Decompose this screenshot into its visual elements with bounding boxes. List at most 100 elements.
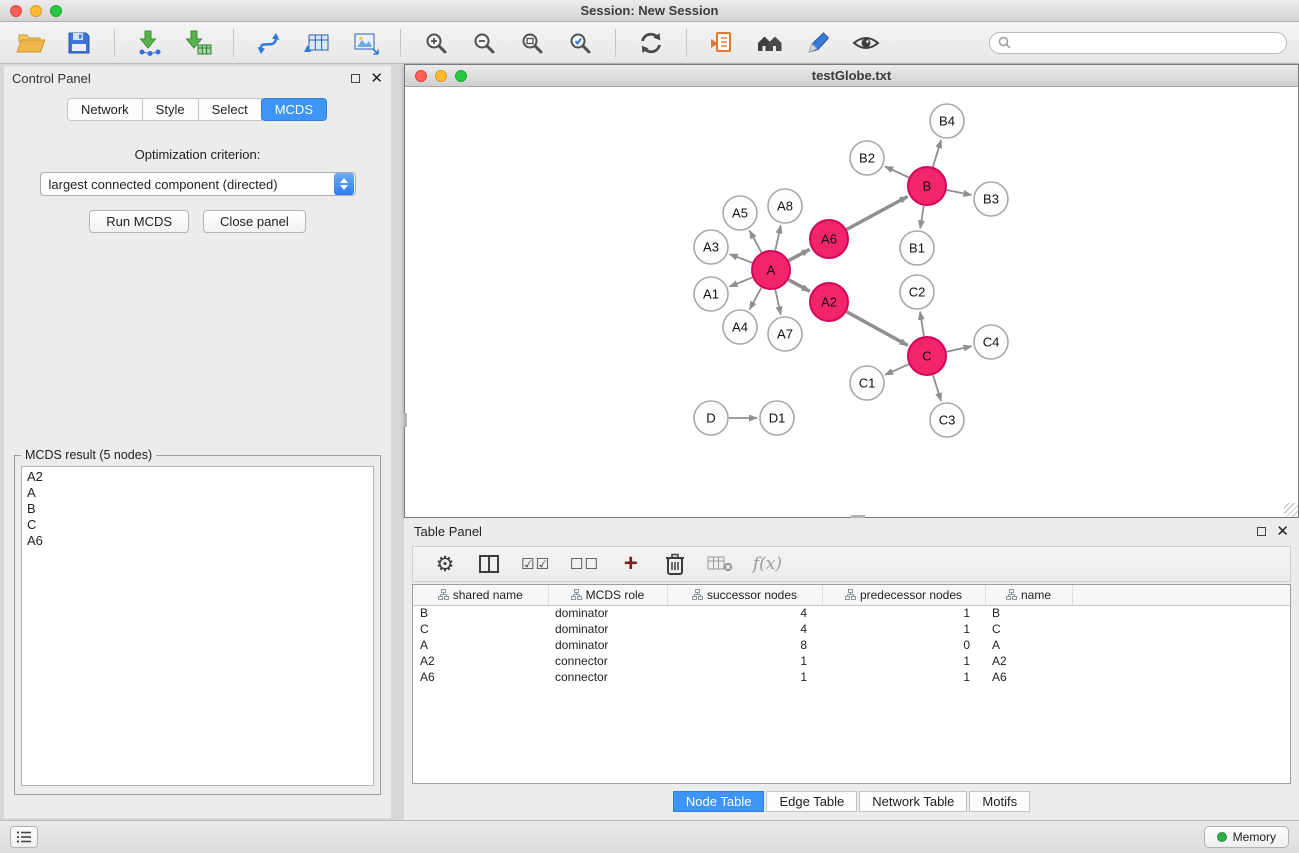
tab-node-table[interactable]: Node Table (673, 791, 765, 812)
node-C[interactable]: C (908, 337, 946, 375)
column-header[interactable]: shared name (413, 585, 548, 605)
node-A4[interactable]: A4 (723, 310, 757, 344)
open-session-icon[interactable] (12, 26, 50, 60)
node-D1[interactable]: D1 (760, 401, 794, 435)
run-mcds-button[interactable]: Run MCDS (89, 210, 189, 233)
node-A6[interactable]: A6 (810, 220, 848, 258)
node-B3[interactable]: B3 (974, 182, 1008, 216)
edge-A-A3[interactable] (730, 254, 753, 263)
close-panel-button[interactable]: Close panel (203, 210, 306, 233)
zoom-window-button[interactable] (50, 5, 62, 17)
memory-button[interactable]: Memory (1204, 826, 1289, 848)
node-A8[interactable]: A8 (768, 189, 802, 223)
home-icon[interactable] (751, 26, 789, 60)
table-row[interactable]: Adominator80A (413, 637, 1290, 653)
node-A[interactable]: A (752, 251, 790, 289)
table-row[interactable]: Cdominator41C (413, 621, 1290, 637)
node-A3[interactable]: A3 (694, 230, 728, 264)
edge-A-A8[interactable] (775, 226, 780, 251)
optimization-criterion-dropdown[interactable]: largest connected component (directed) (40, 172, 356, 196)
column-header[interactable]: MCDS role (548, 585, 667, 605)
node-C3[interactable]: C3 (930, 403, 964, 437)
tab-motifs[interactable]: Motifs (969, 791, 1030, 812)
edge-A-A4[interactable] (750, 288, 762, 310)
edge-A-A6[interactable] (789, 249, 810, 260)
zoom-in-icon[interactable] (417, 26, 455, 60)
search-field[interactable] (989, 32, 1287, 54)
resize-corner[interactable] (1284, 503, 1298, 517)
mcds-result-list[interactable]: A2ABCA6 (21, 466, 374, 786)
column-header[interactable]: successor nodes (667, 585, 822, 605)
mcds-result-item[interactable]: A (22, 485, 373, 501)
tab-network-table[interactable]: Network Table (859, 791, 967, 812)
network-canvas[interactable]: B4B2BB3A8A5A6B1A3AC2A1A2A4A7C4CC1C3DD1 (405, 87, 1298, 517)
edge-C-C2[interactable] (920, 312, 924, 336)
function-builder-icon[interactable]: f(x) (753, 551, 782, 577)
table-row[interactable]: A6connector11A6 (413, 669, 1290, 685)
mcds-result-item[interactable]: B (22, 501, 373, 517)
node-B[interactable]: B (908, 167, 946, 205)
edge-A-A5[interactable] (750, 231, 762, 253)
style-paint-icon[interactable] (799, 26, 837, 60)
network-minimize-button[interactable] (435, 70, 447, 82)
mcds-result-item[interactable]: A2 (22, 469, 373, 485)
minimize-window-button[interactable] (30, 5, 42, 17)
node-B2[interactable]: B2 (850, 141, 884, 175)
table-row[interactable]: Bdominator41B (413, 605, 1290, 621)
deselect-all-icon[interactable]: ☐☐ (570, 551, 599, 577)
edge-B-B3[interactable] (947, 190, 972, 195)
close-window-button[interactable] (10, 5, 22, 17)
node-D[interactable]: D (694, 401, 728, 435)
node-table[interactable]: shared nameMCDS rolesuccessor nodesprede… (412, 584, 1291, 784)
import-network-from-file-icon[interactable] (131, 26, 169, 60)
node-A1[interactable]: A1 (694, 277, 728, 311)
edge-C-C1[interactable] (885, 364, 909, 375)
delete-table-icon[interactable] (707, 551, 733, 577)
save-session-icon[interactable] (60, 26, 98, 60)
node-C4[interactable]: C4 (974, 325, 1008, 359)
node-B1[interactable]: B1 (900, 231, 934, 265)
edge-C-C4[interactable] (947, 346, 972, 351)
tab-style[interactable]: Style (142, 98, 199, 121)
edge-B-B2[interactable] (885, 167, 909, 178)
network-from-table-icon[interactable] (298, 26, 336, 60)
tab-network[interactable]: Network (67, 98, 143, 121)
edge-C-C3[interactable] (933, 375, 941, 401)
node-C1[interactable]: C1 (850, 366, 884, 400)
table-settings-icon[interactable]: ⚙ (433, 551, 457, 577)
table-row[interactable]: A2connector11A2 (413, 653, 1290, 669)
float-panel-icon[interactable] (351, 74, 360, 83)
float-table-panel-icon[interactable] (1257, 527, 1266, 536)
node-A5[interactable]: A5 (723, 196, 757, 230)
tab-edge-table[interactable]: Edge Table (766, 791, 857, 812)
import-table-from-file-icon[interactable] (179, 26, 217, 60)
column-header[interactable]: predecessor nodes (822, 585, 985, 605)
edge-A-A7[interactable] (775, 290, 780, 315)
edge-A-A2[interactable] (789, 280, 810, 292)
open-recent-icon[interactable] (703, 26, 741, 60)
network-zoom-button[interactable] (455, 70, 467, 82)
network-window-titlebar[interactable]: testGlobe.txt (405, 65, 1298, 87)
add-row-icon[interactable]: + (619, 551, 643, 577)
mcds-result-item[interactable]: A6 (22, 533, 373, 549)
select-all-icon[interactable]: ☑☑ (521, 551, 550, 577)
vertical-scroll-mark[interactable] (404, 413, 407, 427)
edge-B-B1[interactable] (920, 206, 924, 229)
export-image-icon[interactable] (346, 26, 384, 60)
network-close-button[interactable] (415, 70, 427, 82)
tab-mcds[interactable]: MCDS (261, 98, 327, 121)
node-C2[interactable]: C2 (900, 275, 934, 309)
node-A7[interactable]: A7 (768, 317, 802, 351)
task-history-button[interactable] (10, 826, 38, 848)
edge-A6-B[interactable] (847, 197, 908, 230)
tab-select[interactable]: Select (198, 98, 262, 121)
close-panel-icon[interactable]: ✕ (370, 71, 383, 86)
node-A2[interactable]: A2 (810, 283, 848, 321)
column-header[interactable]: name (985, 585, 1072, 605)
zoom-selected-icon[interactable] (561, 26, 599, 60)
mcds-result-item[interactable]: C (22, 517, 373, 533)
edge-B-B4[interactable] (933, 140, 941, 167)
column-layout-icon[interactable] (477, 551, 501, 577)
show-hide-eye-icon[interactable] (847, 26, 885, 60)
zoom-fit-icon[interactable] (513, 26, 551, 60)
